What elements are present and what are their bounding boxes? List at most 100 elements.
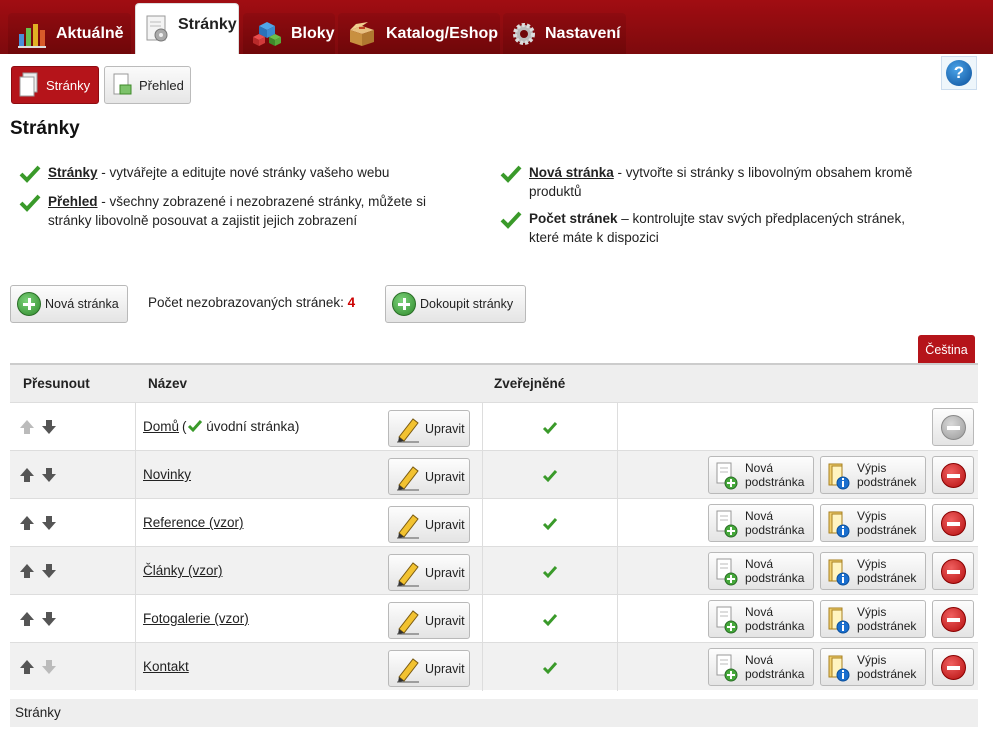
tab-bloky[interactable]: Bloky: [243, 13, 335, 54]
button-label: Výpis podstránek: [857, 461, 917, 489]
edit-button[interactable]: Upravit: [388, 410, 470, 447]
pencil-icon: [395, 655, 421, 683]
list-subpages-button[interactable]: Výpis podstránek: [820, 600, 926, 638]
column-separator: [135, 499, 136, 547]
button-label: Nová podstránka: [745, 653, 805, 681]
move-down-icon[interactable]: [41, 611, 57, 627]
new-subpage-icon: [713, 653, 739, 686]
help-button[interactable]: ?: [941, 56, 977, 90]
feature-desc: - vytvořte si stránky s libovolným obsah…: [613, 165, 913, 180]
column-separator: [482, 547, 483, 595]
page-name-link[interactable]: Kontakt: [143, 659, 189, 674]
page-gear-icon: [144, 14, 170, 44]
move-down-icon[interactable]: [41, 563, 57, 579]
column-separator: [617, 451, 618, 499]
move-up-icon[interactable]: [19, 467, 35, 483]
table-row: Fotogalerie (vzor) Upravit Nová podstránka V…: [10, 594, 978, 643]
subtab-pages[interactable]: Stránky: [11, 66, 99, 104]
box-icon: [346, 18, 378, 50]
tab-katalog-eshop[interactable]: Katalog/Eshop: [338, 13, 500, 54]
delete-button[interactable]: [932, 504, 974, 542]
move-up-icon[interactable]: [19, 611, 35, 627]
published-check-icon: [542, 613, 558, 630]
list-subpages-button[interactable]: Výpis podstránek: [820, 504, 926, 542]
edit-button[interactable]: Upravit: [388, 458, 470, 495]
move-down-icon[interactable]: [41, 419, 57, 435]
edit-button[interactable]: Upravit: [388, 554, 470, 591]
column-separator: [135, 547, 136, 595]
list-subpages-button[interactable]: Výpis podstránek: [820, 456, 926, 494]
tab-stranky[interactable]: Stránky: [135, 3, 239, 54]
column-separator: [617, 499, 618, 547]
table-row: Domů ( úvodní stránka) Upravit: [10, 402, 978, 451]
tab-label: Nastavení: [545, 24, 621, 42]
page-name-link[interactable]: Domů: [143, 419, 179, 434]
move-down-icon[interactable]: [41, 515, 57, 531]
new-subpage-button[interactable]: Nová podstránka: [708, 504, 814, 542]
tab-label: Aktuálně: [56, 24, 124, 42]
feature-desc: - vytvářejte a editujte nové stránky vaš…: [97, 165, 390, 180]
column-separator: [135, 451, 136, 499]
button-label: Nová podstránka: [745, 557, 805, 585]
button-label: Upravit: [425, 517, 465, 532]
page-name-link[interactable]: Fotogalerie (vzor): [143, 611, 249, 626]
delete-icon: [941, 607, 966, 632]
edit-button[interactable]: Upravit: [388, 506, 470, 543]
check-icon: [187, 419, 203, 436]
move-up-icon[interactable]: [19, 515, 35, 531]
tab-label: Bloky: [291, 24, 335, 42]
language-tab[interactable]: Čeština: [918, 335, 975, 364]
tab-nastaveni[interactable]: Nastavení: [503, 13, 626, 54]
column-separator: [135, 595, 136, 643]
button-label: Nová podstránka: [745, 605, 805, 633]
page-name-link[interactable]: Články (vzor): [143, 563, 223, 578]
button-label: Upravit: [425, 469, 465, 484]
delete-button[interactable]: [932, 456, 974, 494]
column-separator: [482, 499, 483, 547]
table-row: Články (vzor) Upravit Nová podstránka Výpis p…: [10, 546, 978, 595]
move-up-icon[interactable]: [19, 563, 35, 579]
pencil-icon: [395, 511, 421, 539]
check-icon: [500, 211, 522, 229]
delete-icon: [941, 559, 966, 584]
move-down-icon[interactable]: [41, 467, 57, 483]
new-subpage-button[interactable]: Nová podstránka: [708, 600, 814, 638]
tab-label: Stránky: [178, 16, 237, 33]
list-subpages-icon: [825, 509, 851, 542]
count-label: Počet nezobrazovaných stránek:: [148, 295, 344, 310]
subtab-label: Stránky: [46, 77, 91, 93]
delete-button[interactable]: [932, 600, 974, 638]
new-subpage-button[interactable]: Nová podstránka: [708, 552, 814, 590]
feature-title: Počet stránek: [529, 211, 618, 226]
page-name-link[interactable]: Reference (vzor): [143, 515, 244, 530]
feature-pages: Stránky - vytvářejte a editujte nové str…: [19, 163, 479, 183]
feature-overview: Přehled - všechny zobrazené i nezobrazen…: [19, 192, 479, 232]
list-subpages-button[interactable]: Výpis podstránek: [820, 552, 926, 590]
new-subpage-button[interactable]: Nová podstránka: [708, 456, 814, 494]
edit-button[interactable]: Upravit: [388, 602, 470, 639]
move-up-icon: [19, 419, 35, 435]
delete-button[interactable]: [932, 552, 974, 590]
column-separator: [617, 643, 618, 691]
check-icon: [19, 165, 41, 183]
pencil-icon: [395, 415, 421, 443]
subtab-overview[interactable]: Přehled: [104, 66, 191, 104]
tab-aktualne[interactable]: Aktuálně: [8, 13, 131, 54]
buy-pages-button[interactable]: Dokoupit stránky: [385, 285, 526, 323]
column-header-move: Přesunout: [23, 376, 90, 391]
column-header-published: Zveřejněné: [494, 376, 566, 391]
button-label: Nová podstránka: [745, 509, 805, 537]
column-separator: [135, 403, 136, 451]
new-page-button[interactable]: Nová stránka: [10, 285, 128, 323]
edit-button[interactable]: Upravit: [388, 650, 470, 687]
pages-icon: [18, 72, 40, 98]
move-up-icon[interactable]: [19, 659, 35, 675]
button-label: Upravit: [425, 565, 465, 580]
button-label: Výpis podstránek: [857, 557, 917, 585]
pages-table: Přesunout Název Zveřejněné Domů ( úvodní…: [10, 363, 978, 691]
new-subpage-button[interactable]: Nová podstránka: [708, 648, 814, 686]
page-name-link[interactable]: Novinky: [143, 467, 191, 482]
list-subpages-button[interactable]: Výpis podstránek: [820, 648, 926, 686]
feature-title: Stránky: [48, 165, 98, 180]
delete-button[interactable]: [932, 648, 974, 686]
